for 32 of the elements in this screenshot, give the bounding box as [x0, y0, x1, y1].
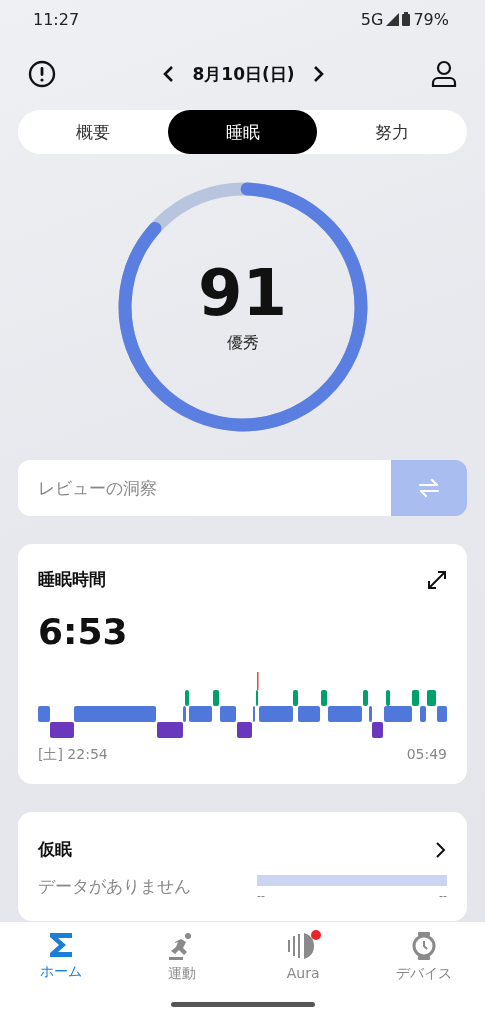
battery-level: 79% — [413, 9, 449, 29]
previous-icon[interactable] — [162, 65, 175, 83]
expand-icon[interactable] — [427, 569, 447, 590]
score-value: 91 — [197, 260, 288, 325]
next-icon[interactable] — [312, 65, 325, 83]
network-label: 5G — [360, 9, 384, 29]
battery-icon — [402, 12, 411, 26]
end-time: 05:49 — [406, 746, 447, 764]
tab[interactable]: 睡眠 — [167, 110, 318, 154]
swap-icon — [417, 477, 441, 499]
date-label: 8月10日(日) — [192, 62, 295, 86]
card-title: 睡眠時間 — [38, 568, 106, 591]
nav-tab[interactable]: 運動 — [131, 930, 232, 984]
nap-end: -- — [439, 890, 447, 901]
chevron-right-icon[interactable] — [435, 840, 447, 859]
no-data-message: データがありません — [38, 875, 191, 898]
nav-tab[interactable]: Aura — [253, 930, 354, 984]
profile-icon[interactable] — [431, 60, 457, 88]
insight-field[interactable]: レビューの洞察 — [18, 460, 391, 516]
tab[interactable]: 努力 — [317, 110, 467, 154]
sigma-icon — [47, 931, 74, 959]
start-time: [土] 22:54 — [38, 746, 108, 764]
nap-start: -- — [257, 890, 265, 901]
sleep-duration: 6:53 — [38, 611, 129, 652]
signal-icon — [386, 12, 400, 26]
nav-tab[interactable]: デバイス — [374, 930, 475, 984]
status-time: 11:27 — [33, 9, 80, 29]
nav-tab[interactable]: ホーム — [10, 930, 111, 984]
info-icon[interactable] — [28, 60, 56, 88]
card-title: 仮眠 — [38, 838, 72, 861]
score-rating: 優秀 — [226, 332, 259, 354]
tab[interactable]: 概要 — [18, 110, 168, 154]
